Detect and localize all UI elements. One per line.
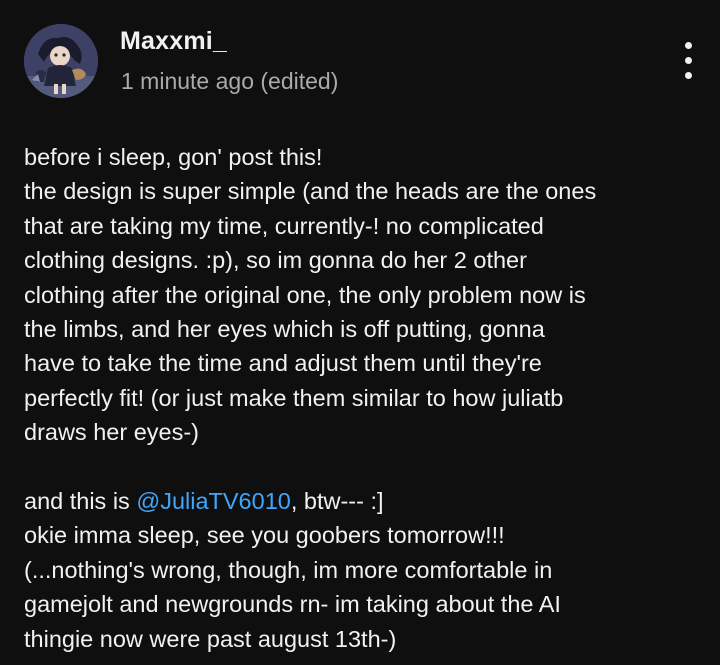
comment-body-line: okie imma sleep, see you goobers tomorro… — [24, 522, 505, 549]
more-vert-icon[interactable] — [668, 36, 708, 84]
user-mention-link[interactable]: @JuliaTV6010 — [136, 488, 291, 514]
comment-body-line: perfectly fit! (or just make them simila… — [24, 384, 564, 411]
comment-body-line: gamejolt and newgrounds rn- im taking ab… — [24, 591, 561, 618]
comment-body-line: before i sleep, gon' post this! — [24, 144, 323, 170]
user-avatar-icon[interactable] — [24, 24, 98, 98]
mention-prefix: and this is — [24, 488, 137, 515]
comment-body: before i sleep, gon' post this! the desi… — [24, 140, 704, 656]
more-dot — [684, 41, 692, 49]
comment-body-line: the limbs, and her eyes which is off put… — [24, 316, 545, 343]
avatar-image — [24, 24, 98, 98]
comment-thread-item: Maxxmi_ 1 minute ago (edited) before i s… — [0, 0, 720, 665]
comment-body-line: that are taking my time, currently-! no … — [24, 212, 544, 239]
comment-body-line: have to take the time and adjust them un… — [24, 350, 542, 377]
paragraph-break — [24, 450, 704, 484]
comment-meta: 1 minute ago (edited) — [121, 64, 338, 98]
edited-label: (edited) — [260, 68, 339, 94]
comment-body-line: clothing designs. :p), so im gonna do he… — [24, 247, 527, 274]
more-dot — [684, 71, 692, 79]
comment-body-line: thingie now were past august 13th-) — [24, 625, 397, 652]
comment-timestamp[interactable]: 1 minute ago — [121, 68, 254, 94]
comment-author-name[interactable]: Maxxmi_ — [120, 24, 227, 58]
comment-body-line: draws her eyes-) — [24, 419, 199, 446]
more-dot — [684, 56, 692, 64]
comment-mention-line: and this is @JuliaTV6010, btw--- :] — [24, 484, 704, 518]
comment-body-line: clothing after the original one, the onl… — [24, 281, 586, 308]
comment-body-line: (...nothing's wrong, though, im more com… — [24, 556, 553, 583]
comment-body-line: the design is super simple (and the head… — [24, 178, 597, 205]
mention-suffix: , btw--- :] — [290, 488, 384, 515]
